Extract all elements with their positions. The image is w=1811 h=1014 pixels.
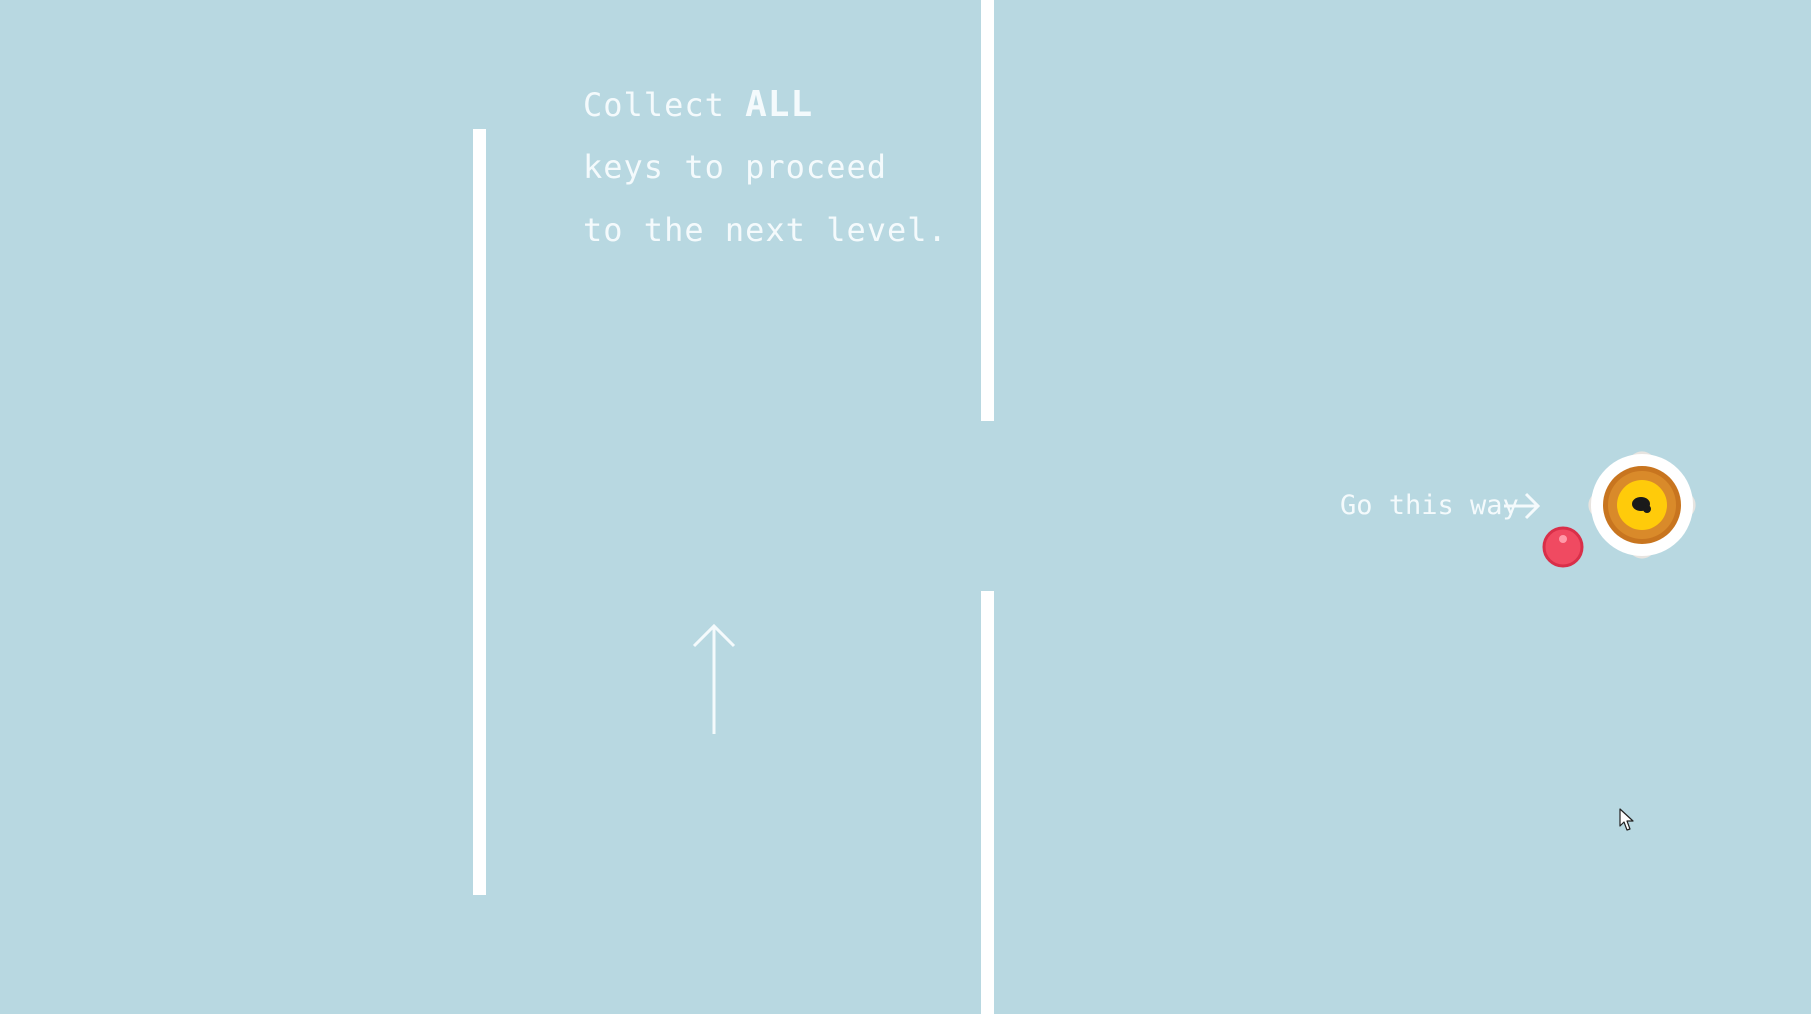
wall-middle-top [981,0,994,421]
instruction-emphasis: ALL [745,84,814,125]
right-arrow-icon [1504,492,1541,520]
up-arrow-icon [692,623,736,734]
instruction-line-2: keys to proceed [583,148,887,186]
key-orb-icon[interactable] [1580,443,1704,567]
mouse-pointer-icon [1619,808,1634,831]
wall-left [473,129,486,895]
wall-middle-bottom [981,591,994,1014]
player-ball [1542,526,1584,568]
instruction-prefix: Collect [583,86,746,124]
go-this-way-label: Go this way [1340,490,1519,521]
game-stage[interactable]: Collect ALL keys to proceed to the next … [0,0,1811,1014]
instruction-line-3: to the next level. [583,211,948,249]
instruction-line-1: Collect ALL [583,87,813,123]
